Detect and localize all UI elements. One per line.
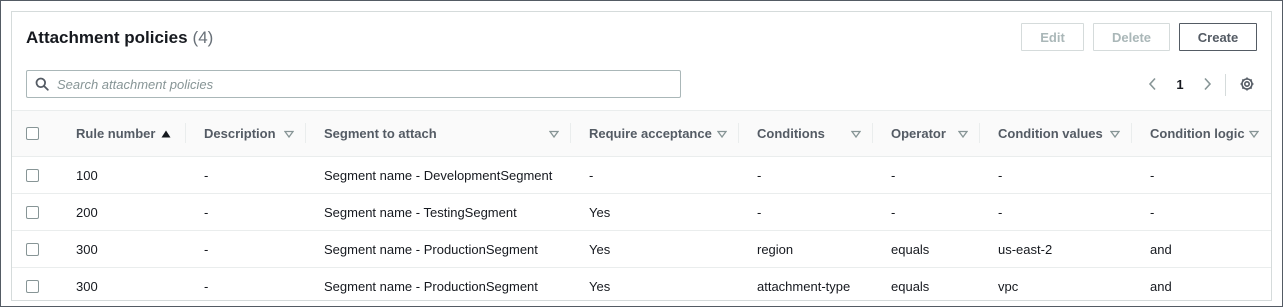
cell-rule-number: 300 — [76, 278, 98, 294]
row-select-cell — [12, 194, 58, 231]
table-row[interactable]: 200 - Segment name - TestingSegment Yes … — [12, 194, 1271, 231]
sort-caret-icon — [957, 126, 969, 141]
sort-caret-icon — [716, 126, 728, 141]
column-header-operator[interactable]: Operator — [873, 111, 980, 157]
cell-operator: - — [891, 204, 896, 220]
sort-caret-icon — [1248, 126, 1260, 141]
search-box[interactable] — [26, 70, 681, 98]
sort-caret-icon — [548, 126, 560, 141]
settings-gear-icon[interactable] — [1237, 72, 1257, 96]
table-row[interactable]: 300 - Segment name - ProductionSegment Y… — [12, 268, 1271, 305]
select-all-cell — [12, 111, 58, 157]
column-header-require-acceptance[interactable]: Require acceptance — [571, 111, 739, 157]
row-checkbox[interactable] — [26, 205, 39, 219]
select-all-checkbox[interactable] — [26, 127, 39, 140]
cell-rule-number: 200 — [76, 204, 98, 220]
row-checkbox[interactable] — [26, 168, 39, 182]
column-header-condition-values[interactable]: Condition values — [980, 111, 1132, 157]
sort-caret-icon — [283, 126, 295, 141]
cell-description: - — [204, 204, 209, 220]
row-select-cell — [12, 268, 58, 305]
cell-require-acceptance: Yes — [589, 204, 611, 220]
cell-condition-logic: - — [1150, 204, 1155, 220]
cell-condition-values: - — [998, 204, 1003, 220]
cell-condition-logic: - — [1150, 167, 1155, 183]
cell-description: - — [204, 167, 209, 183]
column-header-label: Description — [204, 126, 276, 141]
sort-caret-icon — [1109, 126, 1121, 141]
cell-condition-logic: and — [1150, 241, 1172, 257]
policies-table: Rule number Description Segment to attac… — [12, 110, 1271, 305]
cell-conditions: - — [757, 204, 762, 220]
row-select-cell — [12, 157, 58, 194]
previous-page-icon[interactable] — [1143, 72, 1163, 96]
cell-segment-to-attach: Segment name - DevelopmentSegment — [324, 167, 553, 183]
cell-segment-to-attach: Segment name - TestingSegment — [324, 204, 517, 220]
column-header-label: Conditions — [757, 126, 825, 141]
row-checkbox[interactable] — [26, 279, 39, 293]
column-header-label: Condition logic — [1150, 126, 1245, 141]
cell-segment-to-attach: Segment name - ProductionSegment — [324, 278, 538, 294]
next-page-icon[interactable] — [1197, 72, 1217, 96]
panel-title: Attachment policies (4) — [26, 28, 213, 48]
column-header-conditions[interactable]: Conditions — [739, 111, 873, 157]
current-page-number[interactable]: 1 — [1170, 72, 1190, 96]
cell-conditions: attachment-type — [757, 278, 851, 294]
create-button[interactable]: Create — [1179, 23, 1257, 51]
cell-segment-to-attach: Segment name - ProductionSegment — [324, 241, 538, 257]
cell-condition-values: vpc — [998, 278, 1019, 294]
cell-description: - — [204, 278, 209, 294]
table-row[interactable]: 300 - Segment name - ProductionSegment Y… — [12, 231, 1271, 268]
column-header-description[interactable]: Description — [186, 111, 306, 157]
cell-condition-logic: and — [1150, 278, 1172, 294]
edit-button[interactable]: Edit — [1021, 23, 1084, 51]
row-select-cell — [12, 231, 58, 268]
column-header-label: Require acceptance — [589, 126, 712, 141]
table-header-row: Rule number Description Segment to attac… — [12, 110, 1271, 157]
column-header-condition-logic[interactable]: Condition logic — [1132, 111, 1271, 157]
cell-require-acceptance: Yes — [589, 241, 611, 257]
column-header-segment-to-attach[interactable]: Segment to attach — [306, 111, 571, 157]
cell-condition-values: us-east-2 — [998, 241, 1053, 257]
cell-operator: equals — [891, 278, 930, 294]
sort-ascending-icon — [161, 130, 171, 138]
policy-count: (4) — [192, 28, 214, 47]
attachment-policies-panel: Attachment policies (4) Edit Delete Creat… — [11, 11, 1272, 301]
column-header-rule-number[interactable]: Rule number — [58, 111, 186, 157]
row-checkbox[interactable] — [26, 242, 39, 256]
cell-operator: - — [891, 167, 896, 183]
pager-divider — [1225, 74, 1226, 96]
search-icon — [27, 77, 57, 91]
cell-conditions: - — [757, 167, 762, 183]
sort-caret-icon — [850, 126, 862, 141]
cell-require-acceptance: - — [589, 167, 594, 183]
column-header-label: Condition values — [998, 126, 1103, 141]
panel-title-text: Attachment policies — [26, 28, 188, 47]
column-header-label: Operator — [891, 126, 946, 141]
column-header-label: Rule number — [76, 126, 156, 141]
cell-rule-number: 100 — [76, 167, 98, 183]
cell-operator: equals — [891, 241, 930, 257]
cell-require-acceptance: Yes — [589, 278, 611, 294]
cell-rule-number: 300 — [76, 241, 98, 257]
window-frame: Attachment policies (4) Edit Delete Creat… — [0, 0, 1283, 307]
cell-conditions: region — [757, 241, 794, 257]
column-header-label: Segment to attach — [324, 126, 437, 141]
search-input[interactable] — [57, 72, 680, 96]
table-row[interactable]: 100 - Segment name - DevelopmentSegment … — [12, 157, 1271, 194]
cell-description: - — [204, 241, 209, 257]
cell-condition-values: - — [998, 167, 1003, 183]
delete-button[interactable]: Delete — [1093, 23, 1170, 51]
